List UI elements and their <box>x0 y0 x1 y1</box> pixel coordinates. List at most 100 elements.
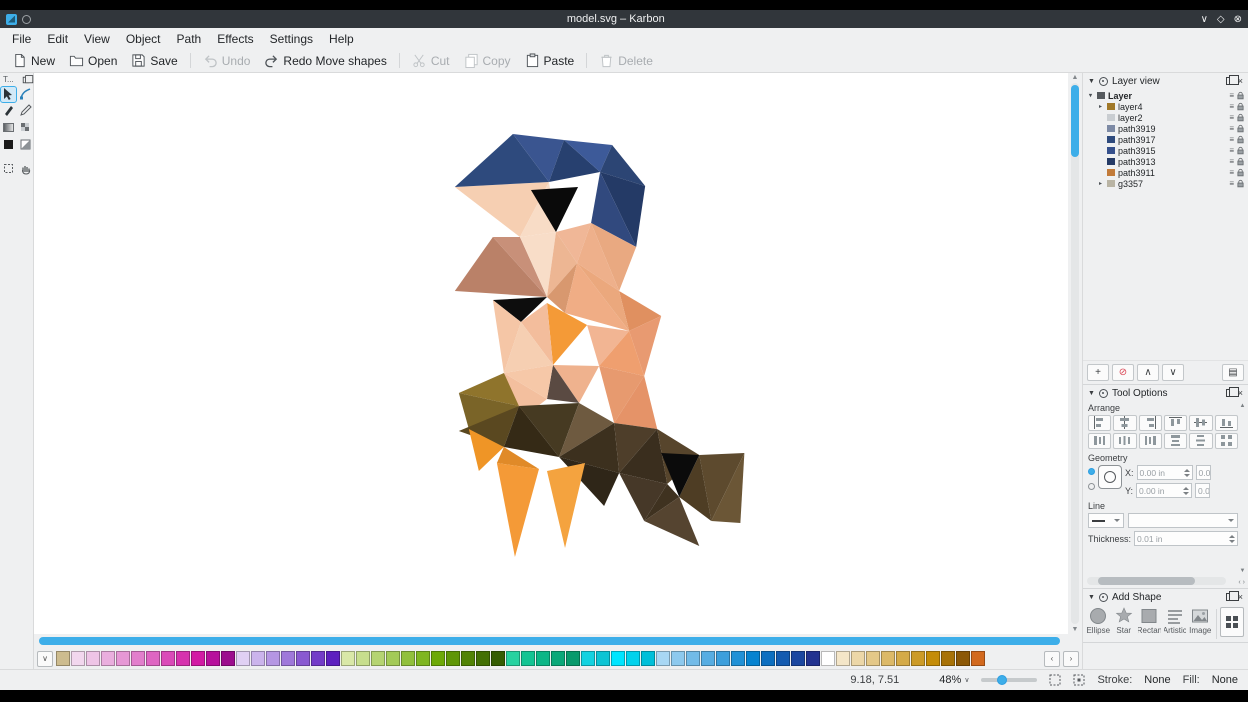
lock-icon[interactable] <box>1237 91 1244 100</box>
properties-icon[interactable]: ≡ <box>1229 179 1234 188</box>
color-swatch[interactable] <box>431 651 445 666</box>
layer-viewmode-button[interactable]: ▤ <box>1222 364 1244 381</box>
docker-collapse-icon[interactable]: ▼ <box>1088 390 1095 397</box>
lower-layer-button[interactable]: ∨ <box>1162 364 1184 381</box>
color-swatch[interactable] <box>896 651 910 666</box>
layer-row-path3913[interactable]: path3913≡ <box>1083 156 1248 167</box>
canvas[interactable] <box>34 73 1068 634</box>
color-swatch[interactable] <box>371 651 385 666</box>
properties-icon[interactable]: ≡ <box>1229 91 1234 100</box>
color-swatch[interactable] <box>236 651 250 666</box>
color-swatch[interactable] <box>656 651 670 666</box>
layer-row-layer2[interactable]: layer2≡ <box>1083 112 1248 123</box>
pan-tool[interactable] <box>18 162 33 177</box>
calligraphy-tool[interactable] <box>1 104 16 119</box>
color-swatch[interactable] <box>356 651 370 666</box>
menu-object[interactable]: Object <box>118 30 169 48</box>
align-hcenter-button[interactable] <box>1113 415 1136 431</box>
save-button[interactable]: Save <box>125 51 183 70</box>
color-swatch[interactable] <box>911 651 925 666</box>
color-swatch[interactable] <box>326 651 340 666</box>
distribute-top-button[interactable] <box>1164 433 1187 449</box>
align-top-button[interactable] <box>1164 415 1187 431</box>
minimize-button[interactable]: ∨ <box>1201 14 1208 25</box>
distribute-vcenter-button[interactable] <box>1189 433 1212 449</box>
color-swatch[interactable] <box>296 651 310 666</box>
width-input[interactable]: 0.00 in <box>1196 465 1211 480</box>
color-swatch[interactable] <box>86 651 100 666</box>
color-swatch[interactable] <box>281 651 295 666</box>
color-swatch[interactable] <box>581 651 595 666</box>
close-button[interactable]: ⊗ <box>1234 14 1242 25</box>
zoom-page-icon[interactable] <box>1049 674 1061 686</box>
float-docker-icon[interactable] <box>1226 389 1234 397</box>
float-docker-icon[interactable] <box>1226 77 1234 85</box>
scroll-up-icon[interactable]: ▲ <box>1072 74 1079 81</box>
menu-effects[interactable]: Effects <box>209 30 261 48</box>
lock-icon[interactable] <box>1237 124 1244 133</box>
align-bottom-button[interactable] <box>1215 415 1238 431</box>
properties-icon[interactable]: ≡ <box>1229 113 1234 122</box>
color-swatch[interactable] <box>746 651 760 666</box>
color-swatch[interactable] <box>191 651 205 666</box>
color-swatch[interactable] <box>551 651 565 666</box>
properties-icon[interactable]: ≡ <box>1229 135 1234 144</box>
menu-view[interactable]: View <box>76 30 118 48</box>
color-swatch[interactable] <box>926 651 940 666</box>
lock-icon[interactable] <box>1237 157 1244 166</box>
color-swatch[interactable] <box>311 651 325 666</box>
lock-icon[interactable] <box>1237 135 1244 144</box>
color-swatch[interactable] <box>116 651 130 666</box>
color-swatch[interactable] <box>476 651 490 666</box>
color-swatch[interactable] <box>851 651 865 666</box>
add-layer-button[interactable]: + <box>1087 364 1109 381</box>
color-swatch[interactable] <box>761 651 775 666</box>
menu-edit[interactable]: Edit <box>39 30 76 48</box>
dimension-radio[interactable] <box>1088 483 1095 490</box>
color-swatch[interactable] <box>386 651 400 666</box>
color-swatch[interactable] <box>626 651 640 666</box>
tool-options-vscroll[interactable]: ▲▼ <box>1239 403 1246 574</box>
shape-rectangle[interactable]: Rectan <box>1138 607 1161 635</box>
horizontal-scroll-thumb[interactable] <box>39 637 1060 645</box>
line-style-select[interactable] <box>1088 513 1124 528</box>
hscroll-right-icon[interactable]: › <box>1243 579 1245 586</box>
color-swatch[interactable] <box>971 651 985 666</box>
palette-next-button[interactable]: › <box>1063 651 1079 667</box>
stroke-value[interactable]: None <box>1144 674 1170 686</box>
docker-collapse-icon[interactable]: ▼ <box>1088 78 1095 85</box>
shape-star[interactable]: Star <box>1113 607 1136 635</box>
pattern-tool[interactable] <box>18 121 33 136</box>
anchor-widget[interactable] <box>1098 465 1122 489</box>
color-swatch[interactable] <box>776 651 790 666</box>
color-swatch[interactable] <box>956 651 970 666</box>
color-swatch[interactable] <box>416 651 430 666</box>
layer-row-path3915[interactable]: path3915≡ <box>1083 145 1248 156</box>
spinner-arrows-icon[interactable] <box>1182 469 1192 477</box>
y-input[interactable]: 0.00 in <box>1136 483 1192 498</box>
color-swatch[interactable] <box>266 651 280 666</box>
height-input[interactable]: 0.00 in <box>1195 483 1210 498</box>
layer-row-layer4[interactable]: ▸layer4≡ <box>1083 101 1248 112</box>
spinner-arrows-icon[interactable] <box>1181 487 1191 495</box>
color-swatch[interactable] <box>701 651 715 666</box>
bird-polygon[interactable] <box>547 463 585 548</box>
zoom-selection-icon[interactable] <box>1073 674 1085 686</box>
color-swatch[interactable] <box>941 651 955 666</box>
color-swatch[interactable] <box>806 651 820 666</box>
properties-icon[interactable]: ≡ <box>1229 102 1234 111</box>
menu-path[interactable]: Path <box>169 30 210 48</box>
pencil-tool[interactable] <box>18 104 33 119</box>
layer-row-path3917[interactable]: path3917≡ <box>1083 134 1248 145</box>
float-docker-icon[interactable] <box>1226 593 1234 601</box>
color-swatch[interactable] <box>251 651 265 666</box>
lock-icon[interactable] <box>1237 168 1244 177</box>
properties-icon[interactable]: ≡ <box>1229 157 1234 166</box>
menu-help[interactable]: Help <box>321 30 362 48</box>
tool-options-hscroll[interactable] <box>1087 577 1226 585</box>
expander-icon[interactable]: ▸ <box>1097 180 1104 187</box>
color-swatch[interactable] <box>521 651 535 666</box>
new-button[interactable]: New <box>6 51 61 70</box>
color-swatch[interactable] <box>491 651 505 666</box>
bird-polygon[interactable] <box>497 463 539 557</box>
